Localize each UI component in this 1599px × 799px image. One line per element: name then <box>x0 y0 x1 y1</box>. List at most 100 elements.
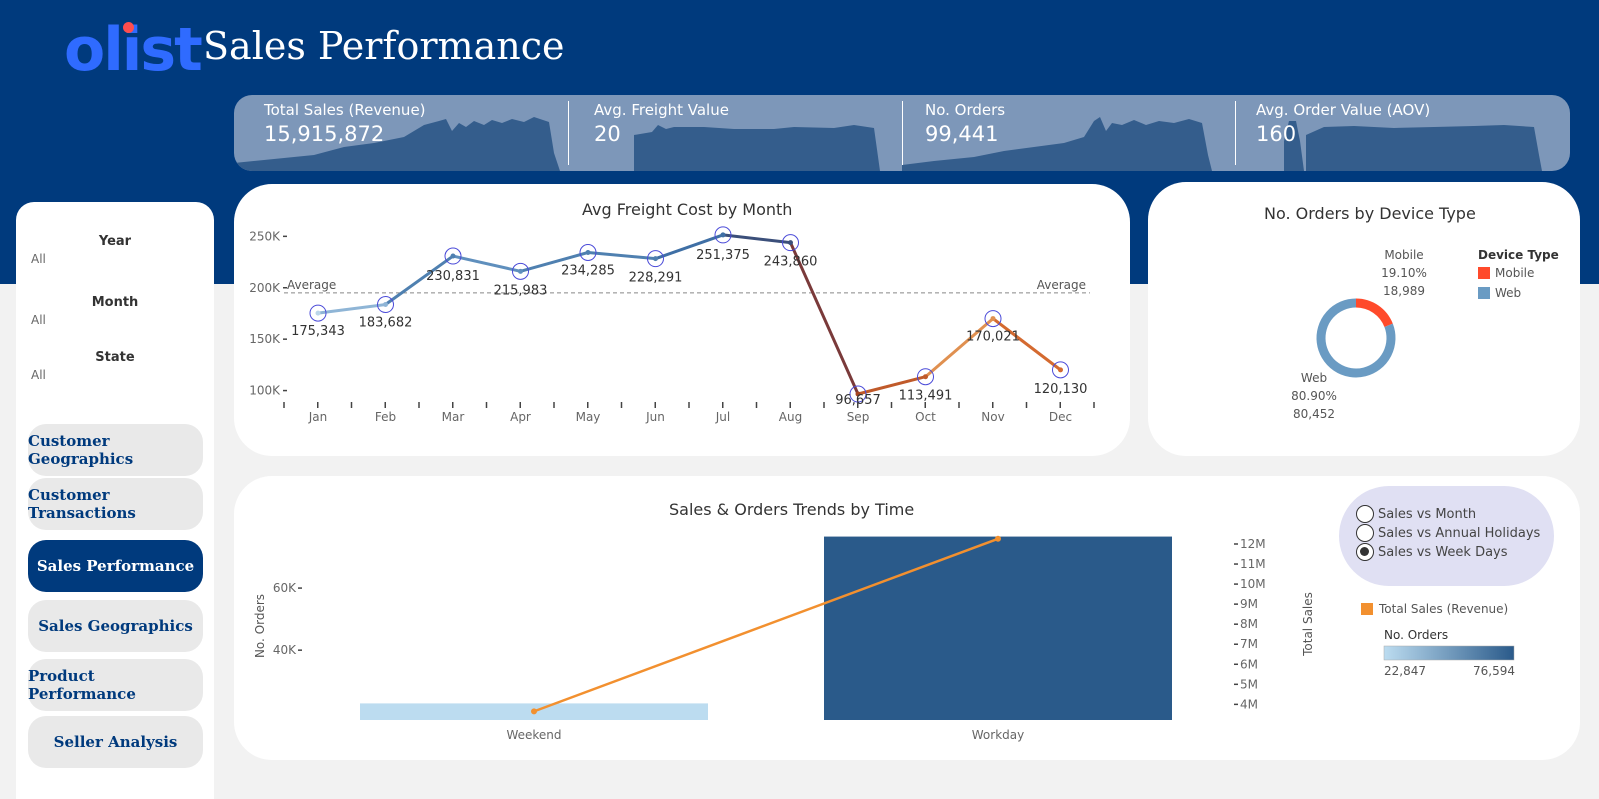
nav-sales-geographics[interactable]: Sales Geographics <box>28 600 203 652</box>
right-tick-label: 5M <box>1240 677 1258 691</box>
nav-sales-performance[interactable]: Sales Performance <box>28 540 203 592</box>
data-label: 113,491 <box>899 389 953 404</box>
logo-dot-icon <box>123 22 134 33</box>
data-point <box>518 268 523 274</box>
mobile-percent-label: 19.10% <box>1381 266 1427 280</box>
data-label: 120,130 <box>1034 382 1088 397</box>
data-label: 251,375 <box>696 248 750 263</box>
kpi-bar: Total Sales (Revenue) 15,915,872 Avg. Fr… <box>234 95 1570 171</box>
x-tick-label: Oct <box>915 410 936 424</box>
kpi-label: Avg. Order Value (AOV) <box>1256 101 1431 119</box>
line-segment <box>721 233 792 245</box>
kpi-aov: Avg. Order Value (AOV) 160 <box>1226 95 1556 171</box>
data-point <box>923 374 928 380</box>
color-scale-min: 22,847 <box>1384 664 1426 678</box>
data-label: 215,983 <box>494 283 548 298</box>
sales-point <box>531 708 537 715</box>
radio-label: Sales vs Month <box>1378 506 1477 522</box>
x-tick-label: Feb <box>375 410 396 424</box>
nav-seller-analysis[interactable]: Seller Analysis <box>28 716 203 768</box>
data-point <box>720 232 726 238</box>
radio-label: Sales vs Week Days <box>1378 544 1508 560</box>
x-category-label: Weekend <box>506 728 561 742</box>
right-tick-label: 8M <box>1240 617 1258 631</box>
radio-sales-vs-holidays[interactable]: Sales vs Annual Holidays <box>1356 524 1540 542</box>
filter-state-dropdown[interactable]: All <box>31 368 46 382</box>
line-segment <box>316 303 387 315</box>
right-tick-label: 6M <box>1240 657 1258 671</box>
mobile-count-label: 18,989 <box>1383 284 1425 298</box>
color-scale-bar <box>1383 645 1515 661</box>
mobile-name-label: Mobile <box>1384 248 1423 262</box>
kpi-label: Total Sales (Revenue) <box>264 101 426 119</box>
web-count-label: 80,452 <box>1293 407 1335 421</box>
data-label: 243,860 <box>764 255 818 270</box>
line-segment <box>924 317 995 379</box>
x-tick-label: Jan <box>308 410 328 424</box>
legend-swatch-sales <box>1361 603 1373 615</box>
legend-title: Device Type <box>1478 248 1559 262</box>
x-tick-label: Jun <box>645 410 665 424</box>
right-tick-label: 11M <box>1240 557 1266 571</box>
freight-chart-card: Avg Freight Cost by Month 250K 200K 150K 10… <box>234 184 1130 456</box>
filter-state-title: State <box>95 350 135 365</box>
filter-year-dropdown[interactable]: All <box>31 252 46 266</box>
color-scale-max: 76,594 <box>1473 664 1515 678</box>
data-label: 96,657 <box>835 393 881 408</box>
x-category-label: Workday <box>972 728 1024 742</box>
kpi-value: 160 <box>1256 122 1297 146</box>
color-scale-title: No. Orders <box>1384 628 1448 642</box>
left-tick-label: 40K <box>273 643 297 657</box>
right-tick-label: 7M <box>1240 637 1258 651</box>
filter-month-title: Month <box>91 295 139 310</box>
radio-sales-vs-month[interactable]: Sales vs Month <box>1356 505 1476 523</box>
sales-point <box>995 535 1001 542</box>
data-point <box>1058 367 1063 373</box>
nav-customer-geographics[interactable]: Customer Geographics <box>28 424 203 476</box>
nav-customer-transactions[interactable]: Customer Transactions <box>28 478 203 530</box>
kpi-total-sales: Total Sales (Revenue) 15,915,872 <box>234 95 564 171</box>
x-tick-label: Aug <box>779 410 802 424</box>
radio-label: Sales vs Annual Holidays <box>1378 525 1541 541</box>
left-tick-label: 60K <box>273 581 297 595</box>
radio-sales-vs-weekdays[interactable]: Sales vs Week Days <box>1356 543 1508 561</box>
line-segment <box>586 250 657 261</box>
legend-label: Mobile <box>1495 266 1534 280</box>
data-point <box>788 240 793 246</box>
y-tick-label: 200K <box>249 281 281 295</box>
x-tick-label: Apr <box>510 410 531 424</box>
filter-year-title: Year <box>98 234 132 249</box>
x-tick-label: Sep <box>847 410 870 424</box>
x-tick-label: Jul <box>715 410 730 424</box>
legend-label-sales: Total Sales (Revenue) <box>1378 602 1508 616</box>
x-tick-label: Dec <box>1049 410 1072 424</box>
y-tick-label: 150K <box>249 332 281 346</box>
radio-circle-selected-icon <box>1356 543 1374 561</box>
data-label: 183,682 <box>359 316 413 331</box>
filter-month-dropdown[interactable]: All <box>31 313 46 327</box>
radio-circle-icon <box>1356 524 1374 542</box>
nav-product-performance[interactable]: Product Performance <box>28 659 203 711</box>
donut-slice-mobile <box>1355 298 1393 328</box>
bar-workday <box>824 536 1172 720</box>
kpi-value: 15,915,872 <box>264 122 385 146</box>
data-label: 170,021 <box>966 330 1020 345</box>
right-tick-label: 9M <box>1240 597 1258 611</box>
right-axis-title: Total Sales <box>1301 592 1315 657</box>
device-chart-card: No. Orders by Device Type Mobile 19.10% 18… <box>1148 182 1580 456</box>
average-label-right: Average <box>1037 278 1086 292</box>
web-percent-label: 80.90% <box>1291 389 1337 403</box>
legend-swatch <box>1478 287 1490 299</box>
right-tick-label: 12M <box>1240 537 1266 551</box>
filter-panel: Year All Month All State All Customer Ge… <box>16 202 214 799</box>
data-label: 230,831 <box>426 269 480 284</box>
data-point <box>585 249 591 255</box>
kpi-orders: No. Orders 99,441 <box>895 95 1225 171</box>
x-tick-label: May <box>576 410 601 424</box>
kpi-avg-freight: Avg. Freight Value 20 <box>564 95 899 171</box>
kpi-value: 99,441 <box>925 122 999 146</box>
kpi-label: Avg. Freight Value <box>594 101 729 119</box>
legend-label: Web <box>1495 286 1521 300</box>
data-point <box>653 256 658 262</box>
data-point <box>315 310 321 316</box>
